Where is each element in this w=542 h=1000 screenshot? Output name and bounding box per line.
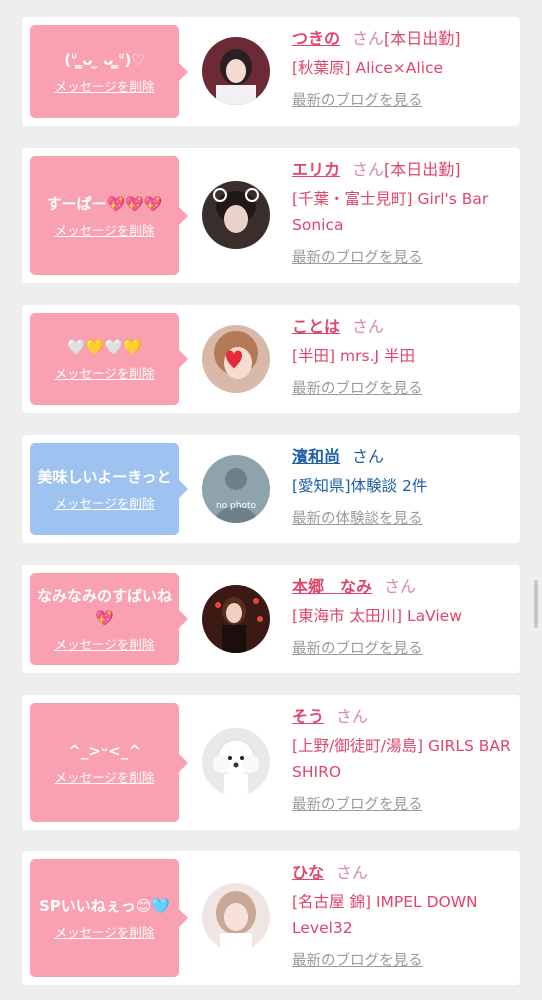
message-card: 美味しいよーきっと メッセージを削除 no photo 濱和尚 さん [愛知県]体… xyxy=(22,435,520,543)
cast-name-link[interactable]: そう xyxy=(292,707,324,726)
avatar[interactable]: no photo xyxy=(202,455,270,523)
cast-name-link[interactable]: 濱和尚 xyxy=(292,447,340,466)
delete-message-link[interactable]: メッセージを削除 xyxy=(55,496,155,512)
cast-info: ひな さん [名古屋 錦] IMPEL DOWN Level32 最新のブログを見… xyxy=(292,861,512,971)
delete-message-link[interactable]: メッセージを削除 xyxy=(55,770,155,786)
message-text: 🤍💛🤍💛 xyxy=(67,338,142,356)
shop-label: [東海市 太田川] LaView xyxy=(292,607,462,625)
honorific: さん xyxy=(352,317,385,336)
message-bubble: SPいいねぇっ😊🩵 メッセージを削除 xyxy=(30,859,188,977)
delete-message-link[interactable]: メッセージを削除 xyxy=(55,366,155,382)
avatar[interactable] xyxy=(202,883,270,951)
status-label: [本日出勤] xyxy=(384,160,461,179)
cast-info: ことは さん [半田] mrs.J 半田 最新のブログを見る xyxy=(292,315,512,399)
message-text: すーぱー💖💖💖 xyxy=(46,194,163,213)
honorific: さん xyxy=(336,707,369,726)
message-card: (ᐡ ̳ᴗ ̫ ᴗ ̳ᐡ)♡ メッセージを削除 つきの さん[本日出勤] [秋葉原… xyxy=(22,17,520,126)
honorific: さん xyxy=(352,160,385,179)
cast-info: 濱和尚 さん [愛知県]体験談 2件 最新の体験談を見る xyxy=(292,445,512,529)
message-card: 🤍💛🤍💛 メッセージを削除 ことは さん [半田] mrs.J 半田 最新のブログ… xyxy=(22,305,520,413)
shop-label: [愛知県]体験談 2件 xyxy=(292,477,428,495)
message-card: SPいいねぇっ😊🩵 メッセージを削除 ひな さん [名古屋 錦] IMPEL DO… xyxy=(22,851,520,985)
delete-message-link[interactable]: メッセージを削除 xyxy=(55,637,155,653)
delete-message-link[interactable]: メッセージを削除 xyxy=(55,79,155,95)
cast-name-link[interactable]: つきの xyxy=(292,29,340,48)
message-text: 美味しいよーきっと xyxy=(37,468,172,486)
message-bubble: 美味しいよーきっと メッセージを削除 xyxy=(30,443,188,535)
cast-info: 本郷 なみ さん [東海市 太田川] LaView 最新のブログを見る xyxy=(292,575,512,659)
message-bubble: 🤍💛🤍💛 メッセージを削除 xyxy=(30,313,188,405)
avatar[interactable] xyxy=(202,37,270,105)
message-bubble: ^_>ᵕ<_^ メッセージを削除 xyxy=(30,703,188,822)
avatar[interactable] xyxy=(202,585,270,653)
no-photo-icon: no photo xyxy=(202,455,270,523)
avatar[interactable] xyxy=(202,181,270,249)
latest-blog-link[interactable]: 最新のブログを見る xyxy=(292,951,512,971)
cast-name-link[interactable]: エリカ xyxy=(292,160,340,179)
message-bubble: すーぱー💖💖💖 メッセージを削除 xyxy=(30,156,188,275)
scrollbar-thumb[interactable] xyxy=(534,580,538,628)
cast-name-link[interactable]: 本郷 なみ xyxy=(292,577,372,596)
message-text: ^_>ᵕ<_^ xyxy=(68,741,141,760)
avatar[interactable] xyxy=(202,325,270,393)
shop-label: [千葉・富士見町] Girl's Bar Sonica xyxy=(292,190,489,234)
message-text: なみなみのすばいね💖 xyxy=(36,587,172,627)
delete-message-link[interactable]: メッセージを削除 xyxy=(55,925,155,941)
message-card: ^_>ᵕ<_^ メッセージを削除 そう さん [上野/御徒町/湯島] GIRLS … xyxy=(22,695,520,830)
latest-blog-link[interactable]: 最新のブログを見る xyxy=(292,639,512,659)
latest-blog-link[interactable]: 最新のブログを見る xyxy=(292,91,512,111)
message-text: SPいいねぇっ😊🩵 xyxy=(38,897,171,915)
cast-name-link[interactable]: ひな xyxy=(292,863,324,882)
shop-label: [名古屋 錦] IMPEL DOWN Level32 xyxy=(292,893,478,937)
avatar-photo-icon xyxy=(202,181,270,249)
honorific: さん xyxy=(352,29,385,48)
no-photo-label: no photo xyxy=(216,501,257,511)
shop-label: [上野/御徒町/湯島] GIRLS BAR SHIRO xyxy=(292,737,511,781)
message-bubble: (ᐡ ̳ᴗ ̫ ᴗ ̳ᐡ)♡ メッセージを削除 xyxy=(30,25,188,118)
message-text: (ᐡ ̳ᴗ ̫ ᴗ ̳ᐡ)♡ xyxy=(64,50,145,69)
status-label: [本日出勤] xyxy=(384,29,461,48)
cast-info: つきの さん[本日出勤] [秋葉原] Alice×Alice 最新のブログを見る xyxy=(292,27,512,111)
cast-info: そう さん [上野/御徒町/湯島] GIRLS BAR SHIRO 最新のブログを… xyxy=(292,705,512,815)
latest-blog-link[interactable]: 最新のブログを見る xyxy=(292,379,512,399)
cast-info: エリカ さん[本日出勤] [千葉・富士見町] Girl's Bar Sonica … xyxy=(292,158,512,268)
avatar-photo-icon xyxy=(202,883,270,951)
latest-blog-link[interactable]: 最新のブログを見る xyxy=(292,795,512,815)
avatar-photo-icon xyxy=(202,37,270,105)
honorific: さん xyxy=(352,447,385,466)
avatar-photo-icon xyxy=(202,585,270,653)
avatar-dog-photo-icon xyxy=(202,728,270,796)
honorific: さん xyxy=(384,577,417,596)
message-bubble: なみなみのすばいね💖 メッセージを削除 xyxy=(30,573,188,665)
message-card: なみなみのすばいね💖 メッセージを削除 本郷 なみ さん [東海市 太田川] La… xyxy=(22,565,520,673)
latest-review-link[interactable]: 最新の体験談を見る xyxy=(292,509,512,529)
shop-label: [半田] mrs.J 半田 xyxy=(292,347,415,365)
honorific: さん xyxy=(336,863,369,882)
shop-label: [秋葉原] Alice×Alice xyxy=(292,59,444,77)
avatar[interactable] xyxy=(202,728,270,796)
latest-blog-link[interactable]: 最新のブログを見る xyxy=(292,248,512,268)
message-card: すーぱー💖💖💖 メッセージを削除 エリカ さん[本日出勤] [千葉・富士見町] G… xyxy=(22,148,520,283)
delete-message-link[interactable]: メッセージを削除 xyxy=(55,223,155,239)
cast-name-link[interactable]: ことは xyxy=(292,317,340,336)
avatar-photo-icon xyxy=(202,325,270,393)
